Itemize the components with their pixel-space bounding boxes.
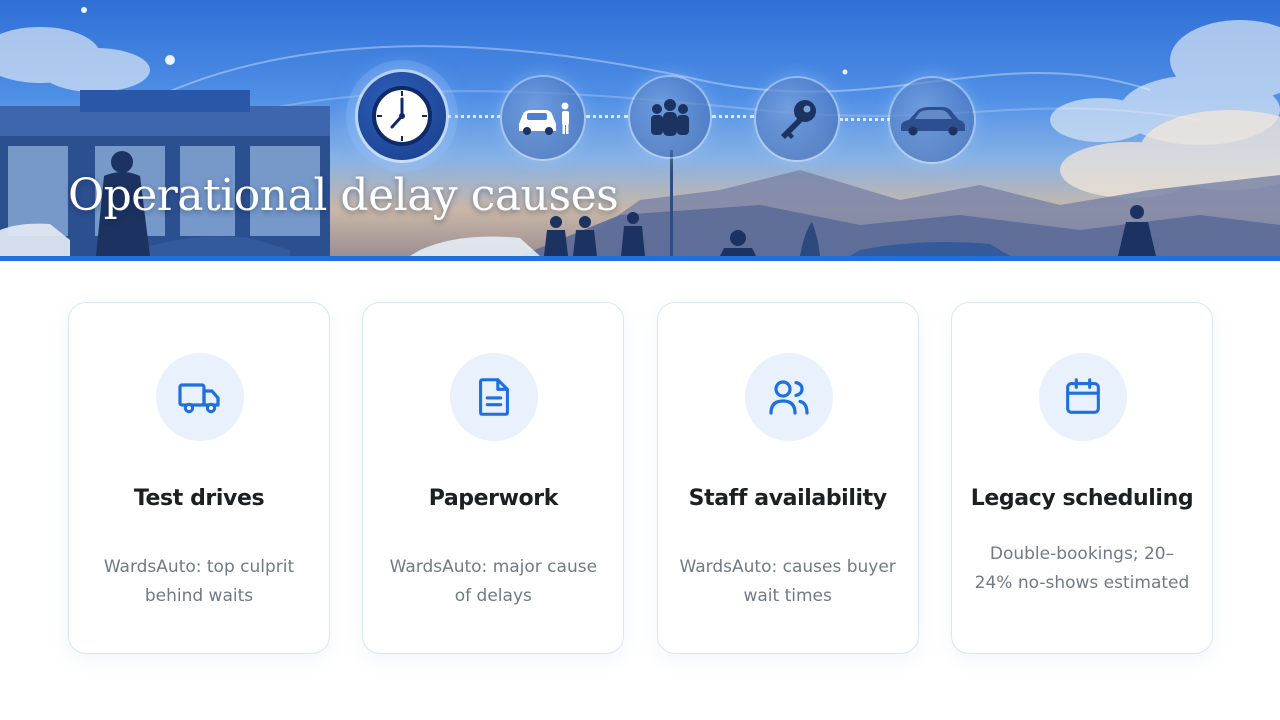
people-icon: [630, 77, 710, 157]
journey-connector: [712, 115, 754, 118]
banner-accent-line: [0, 256, 1280, 261]
key-icon: [756, 78, 838, 160]
card-test-drives: Test drives WardsAuto: top culprit behin…: [68, 302, 330, 654]
car-icon: [890, 78, 974, 162]
card-title: Test drives: [133, 486, 265, 511]
calendar-icon: [1038, 353, 1127, 441]
users-icon: [744, 353, 833, 441]
clock-icon: [358, 72, 446, 160]
journey-connector: [586, 115, 628, 118]
card-staff-availability: Staff availability WardsAuto: causes buy…: [656, 302, 919, 654]
card-description: Double-bookings; 20–24% no-shows estimat…: [974, 544, 1190, 593]
document-icon: [450, 353, 539, 441]
card-title: Paperwork: [428, 486, 559, 511]
card-description: WardsAuto: major cause of delays: [389, 557, 598, 606]
journey-connector: [840, 118, 890, 121]
page-title: Operational delay causes: [68, 170, 619, 221]
card-description: WardsAuto: causes buyer wait times: [679, 557, 896, 606]
truck-icon: [156, 353, 244, 441]
card-legacy-scheduling: Legacy scheduling Double-bookings; 20–24…: [950, 302, 1213, 654]
car-person-icon: [502, 77, 584, 159]
hero-banner: Operational delay causes: [0, 0, 1280, 256]
delay-causes-cards: Test drives WardsAuto: top culprit behin…: [68, 302, 1213, 656]
card-paperwork: Paperwork WardsAuto: major cause of dela…: [362, 302, 625, 654]
card-title: Staff availability: [688, 486, 887, 511]
card-description: WardsAuto: top culprit behind waits: [103, 557, 295, 606]
card-title: Legacy scheduling: [970, 486, 1194, 511]
journey-connector: [448, 115, 500, 118]
